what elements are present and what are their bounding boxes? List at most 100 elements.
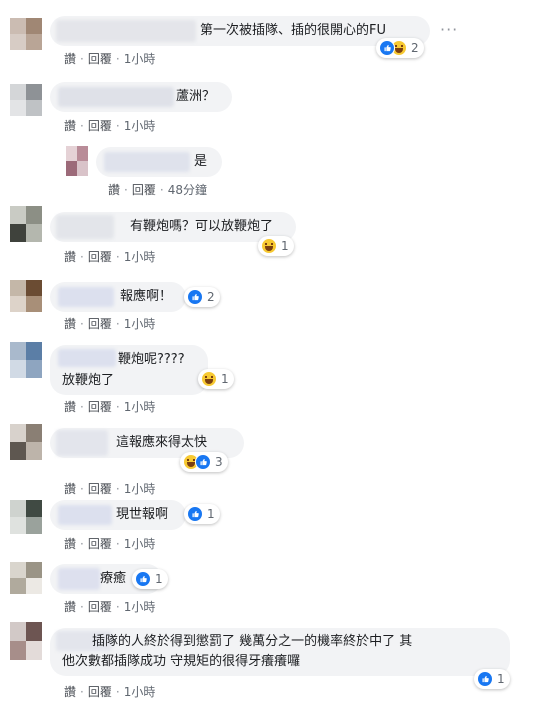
comment-bubble: 插隊的人終於得到懲罰了 幾萬分之一的機率終於中了 其 他次數都插隊成功 守規矩的… xyxy=(50,628,510,676)
comment-bubble: 第一次被插隊、插的很開心的FU xyxy=(50,16,430,46)
timestamp[interactable]: 1小時 xyxy=(124,315,156,332)
separator: · xyxy=(80,481,84,496)
comment-meta: 讚 · 回覆 · 1小時 xyxy=(64,50,155,67)
reaction-count: 1 xyxy=(281,239,289,253)
like-link[interactable]: 讚 xyxy=(64,480,76,497)
separator: · xyxy=(115,118,120,133)
like-icon xyxy=(379,40,395,56)
timestamp[interactable]: 48分鐘 xyxy=(168,181,207,198)
timestamp[interactable]: 1小時 xyxy=(124,248,156,265)
reply-link[interactable]: 回覆 xyxy=(88,248,112,265)
reply-link[interactable]: 回覆 xyxy=(88,598,112,615)
like-icon xyxy=(187,506,203,522)
comment-meta: 讚 · 回覆 · 1小時 xyxy=(64,117,155,134)
timestamp[interactable]: 1小時 xyxy=(124,117,156,134)
separator: · xyxy=(115,536,120,551)
reaction-count: 2 xyxy=(207,290,215,304)
like-icon xyxy=(195,454,211,470)
comment-meta: 讚 · 回覆 · 1小時 xyxy=(64,248,155,265)
like-icon xyxy=(135,571,151,587)
reaction-summary[interactable]: 1 xyxy=(198,369,234,389)
reaction-summary[interactable]: 3 xyxy=(180,452,228,472)
redacted-name xyxy=(58,505,112,525)
comment-meta: 讚 · 回覆 · 1小時 xyxy=(64,315,155,332)
separator: · xyxy=(115,684,120,699)
avatar[interactable] xyxy=(10,562,42,594)
reaction-count: 3 xyxy=(215,455,223,469)
like-link[interactable]: 讚 xyxy=(64,535,76,552)
reaction-count: 1 xyxy=(207,507,215,521)
comment-text-line2: 他次數都插隊成功 守規矩的很得牙癢癢囉 xyxy=(62,654,301,669)
comment-text: 蘆洲？ xyxy=(176,89,216,104)
avatar[interactable] xyxy=(66,146,88,176)
timestamp[interactable]: 1小時 xyxy=(124,683,156,700)
comment-text: 這報應來得太快 xyxy=(116,435,208,450)
comment-meta: 讚 · 回覆 · 1小時 xyxy=(64,683,155,700)
more-options-icon[interactable]: ··· xyxy=(440,20,458,39)
avatar[interactable] xyxy=(10,622,42,660)
like-link[interactable]: 讚 xyxy=(64,248,76,265)
reaction-summary[interactable]: 1 xyxy=(258,236,294,256)
comment-text: 第一次被插隊、插的很開心的FU xyxy=(200,23,386,38)
comment-text: 有鞭炮嗎？可以放鞭炮了 xyxy=(130,219,274,234)
like-icon xyxy=(477,671,493,687)
reply-link[interactable]: 回覆 xyxy=(88,315,112,332)
separator: · xyxy=(115,249,120,264)
separator: · xyxy=(80,249,84,264)
comment-bubble: 鞭炮呢???? 放鞭炮了 xyxy=(50,345,208,395)
separator: · xyxy=(80,599,84,614)
haha-icon xyxy=(201,371,217,387)
like-link[interactable]: 讚 xyxy=(64,398,76,415)
timestamp[interactable]: 1小時 xyxy=(124,535,156,552)
separator: · xyxy=(115,51,120,66)
separator: · xyxy=(115,481,120,496)
avatar[interactable] xyxy=(10,18,42,50)
timestamp[interactable]: 1小時 xyxy=(124,50,156,67)
reaction-summary[interactable]: 1 xyxy=(474,669,510,689)
redacted-name xyxy=(56,215,114,239)
comment-meta: 讚 · 回覆 · 48分鐘 xyxy=(108,181,207,198)
separator: · xyxy=(80,399,84,414)
comment-text-line2: 放鞭炮了 xyxy=(62,373,115,388)
avatar[interactable] xyxy=(10,342,42,378)
reply-link[interactable]: 回覆 xyxy=(88,683,112,700)
like-link[interactable]: 讚 xyxy=(64,598,76,615)
like-link[interactable]: 讚 xyxy=(64,117,76,134)
like-link[interactable]: 讚 xyxy=(108,181,120,198)
comment-bubble: 是 xyxy=(96,147,222,177)
reaction-summary[interactable]: 1 xyxy=(184,504,220,524)
haha-icon xyxy=(261,238,277,254)
reply-link[interactable]: 回覆 xyxy=(88,398,112,415)
redacted-name xyxy=(56,20,196,42)
redacted-name xyxy=(58,349,116,367)
timestamp[interactable]: 1小時 xyxy=(124,480,156,497)
reaction-summary[interactable]: 2 xyxy=(376,38,424,58)
avatar[interactable] xyxy=(10,280,42,312)
comment-bubble: 蘆洲？ xyxy=(50,82,232,112)
reaction-summary[interactable]: 2 xyxy=(184,287,220,307)
like-link[interactable]: 讚 xyxy=(64,315,76,332)
separator: · xyxy=(115,599,120,614)
reaction-count: 2 xyxy=(411,41,419,55)
reply-link[interactable]: 回覆 xyxy=(88,117,112,134)
reaction-count: 1 xyxy=(155,572,163,586)
timestamp[interactable]: 1小時 xyxy=(124,598,156,615)
comment-bubble: 有鞭炮嗎？可以放鞭炮了 xyxy=(50,212,296,242)
separator: · xyxy=(80,118,84,133)
timestamp[interactable]: 1小時 xyxy=(124,398,156,415)
avatar[interactable] xyxy=(10,424,42,460)
redacted-name xyxy=(56,430,108,456)
avatar[interactable] xyxy=(10,206,42,242)
separator: · xyxy=(80,684,84,699)
reply-link[interactable]: 回覆 xyxy=(88,480,112,497)
like-link[interactable]: 讚 xyxy=(64,683,76,700)
separator: · xyxy=(159,182,164,197)
reply-link[interactable]: 回覆 xyxy=(88,535,112,552)
like-link[interactable]: 讚 xyxy=(64,50,76,67)
reaction-count: 1 xyxy=(497,672,505,686)
reaction-summary[interactable]: 1 xyxy=(132,569,168,589)
avatar[interactable] xyxy=(10,84,42,116)
reply-link[interactable]: 回覆 xyxy=(88,50,112,67)
avatar[interactable] xyxy=(10,500,42,534)
reply-link[interactable]: 回覆 xyxy=(132,181,156,198)
